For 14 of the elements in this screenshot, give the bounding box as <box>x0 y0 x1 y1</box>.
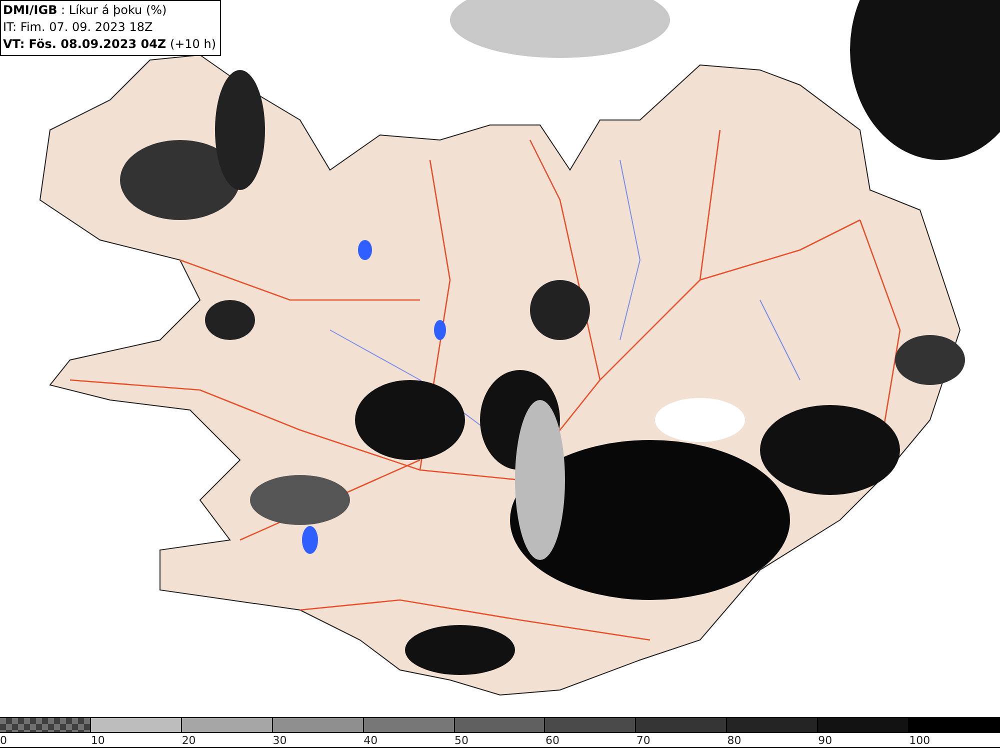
map-title: DMI/IGB : Líkur á þoku (%) <box>3 2 168 19</box>
scale-label: 40 <box>364 734 378 747</box>
scale-label: 80 <box>727 734 742 747</box>
scale-label: 70 <box>636 734 650 747</box>
scale-label: 60 <box>545 734 560 747</box>
scale-label: 100 <box>909 734 930 747</box>
scale-label: 0 <box>0 734 7 747</box>
scale-label: 50 <box>454 734 469 747</box>
issue-time: IT: Fim. 07. 09. 2023 18Z <box>3 19 154 36</box>
scale-label: 90 <box>818 734 832 747</box>
scale-label: 30 <box>272 734 287 747</box>
scale-label: 10 <box>90 734 105 747</box>
valid-time: VT: Fös. 08.09.2023 04Z (+10 h) <box>3 36 216 53</box>
scale-label: 20 <box>182 734 196 747</box>
